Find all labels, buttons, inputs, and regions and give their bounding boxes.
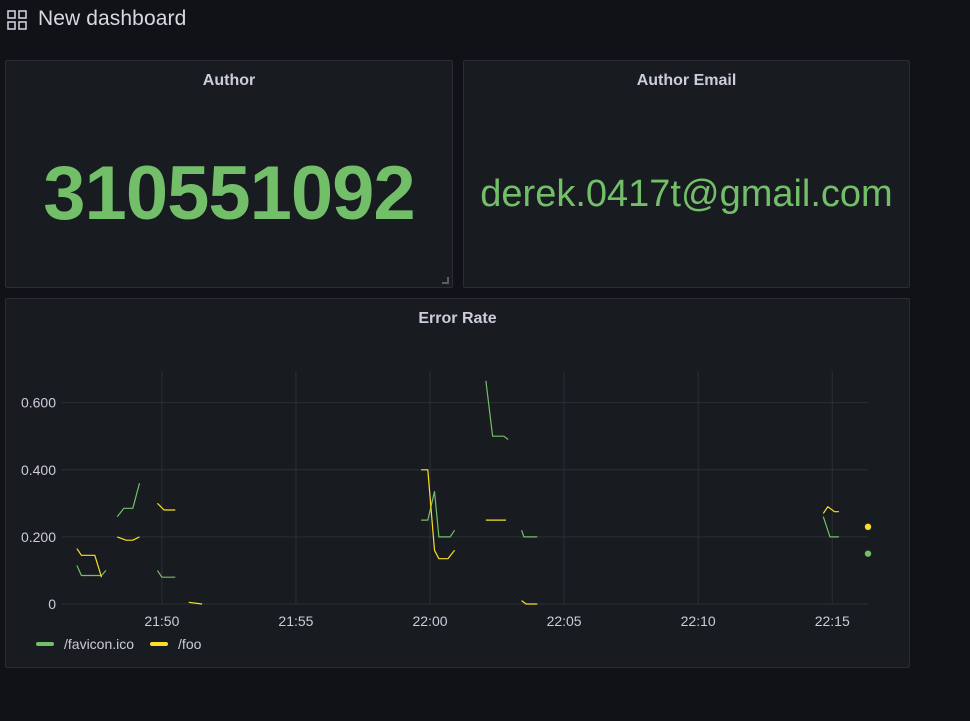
series-line-favicon <box>521 530 538 538</box>
y-tick-label: 0 <box>48 596 56 612</box>
y-tick-label: 0.200 <box>21 529 56 545</box>
series-line-favicon <box>421 491 456 538</box>
chart-legend: /favicon.ico /foo <box>36 636 201 652</box>
author-stat-panel: Author 310551092 <box>5 60 453 288</box>
panel-title-author[interactable]: Author <box>6 72 452 90</box>
legend-swatch-foo <box>150 642 169 646</box>
y-tick-label: 0.600 <box>21 395 56 411</box>
legend-label-favicon: /favicon.ico <box>64 636 135 652</box>
series-line-foo <box>521 600 538 605</box>
x-tick-label: 22:10 <box>681 613 716 629</box>
legend-label-foo: /foo <box>178 636 202 652</box>
author-email-stat-panel: Author Email derek.0417t@gmail.com <box>463 60 910 288</box>
legend-item-favicon[interactable]: /favicon.ico <box>36 636 134 652</box>
x-tick-label: 22:15 <box>815 613 850 629</box>
x-tick-label: 22:05 <box>547 613 582 629</box>
series-point-foo <box>864 523 872 531</box>
author-email-value: derek.0417t@gmail.com <box>480 173 893 215</box>
series-line-favicon <box>822 516 839 538</box>
x-tick-label: 21:55 <box>278 613 313 629</box>
error-rate-panel: Error Rate 0 0.200 0.400 0.600 21:50 21:55 22:… <box>5 298 910 668</box>
series-point-favicon <box>864 550 872 557</box>
legend-item-foo[interactable]: /foo <box>150 636 201 652</box>
panel-title-author-email[interactable]: Author Email <box>464 72 909 90</box>
y-tick-label: 0.400 <box>21 462 56 478</box>
series-line-favicon <box>116 483 141 518</box>
series-line-favicon <box>76 565 107 577</box>
series-line-foo <box>156 502 176 511</box>
series-line-foo <box>822 506 839 514</box>
dashboard-header: New dashboard <box>0 0 970 40</box>
series-line-favicon <box>156 570 176 578</box>
series-line-foo <box>116 536 140 541</box>
panel-resize-handle[interactable] <box>442 277 449 284</box>
dashboard-title[interactable]: New dashboard <box>38 7 186 31</box>
grid-icon <box>7 10 27 30</box>
x-tick-label: 21:50 <box>144 613 179 629</box>
legend-swatch-favicon <box>36 642 54 646</box>
author-value: 310551092 <box>43 151 415 236</box>
series-line-favicon <box>485 380 509 440</box>
error-rate-chart: 0 0.200 0.400 0.600 21:50 21:55 22:00 22:05 22:1… <box>21 371 872 629</box>
x-tick-label: 22:00 <box>412 613 447 629</box>
series-line-foo <box>421 469 456 560</box>
